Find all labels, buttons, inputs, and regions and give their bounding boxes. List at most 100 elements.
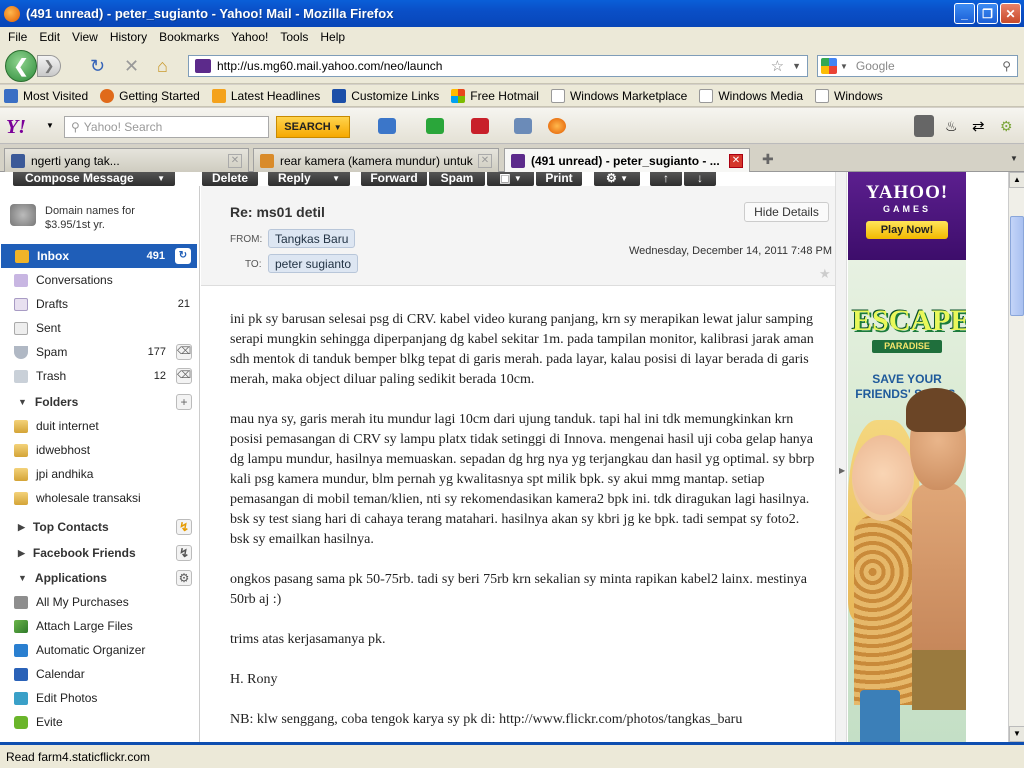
folder-item[interactable]: jpi andhika (0, 462, 198, 486)
clip-icon[interactable] (514, 118, 532, 134)
folder-item[interactable]: wholesale transaksi (0, 486, 198, 510)
app-item-evite[interactable]: Evite (0, 710, 198, 734)
google-icon[interactable] (821, 58, 837, 74)
menu-bookmarks[interactable]: Bookmarks (153, 30, 225, 44)
bookmark-most-visited[interactable]: Most Visited (4, 88, 88, 103)
sidebar-item-drafts[interactable]: Drafts 21 (0, 292, 198, 316)
settings-gear-icon[interactable]: ⚙ (1000, 118, 1013, 135)
tab-close-icon[interactable]: ✕ (729, 154, 743, 168)
menu-file[interactable]: File (2, 30, 33, 44)
yahoo-games-ad[interactable]: YAHOO! GAMES Play Now! (848, 172, 966, 260)
tab-forum[interactable]: rear kamera (kamera mundur) untuk m... ✕ (253, 148, 499, 172)
tab-yahoo-mail[interactable]: (491 unread) - peter_sugianto - ... ✕ (504, 148, 750, 173)
url-text[interactable]: http://us.mg60.mail.yahoo.com/neo/launch (217, 59, 771, 73)
bookmark-windows-media[interactable]: Windows Media (699, 88, 803, 103)
star-flag-icon[interactable]: ★ (819, 266, 831, 282)
previous-message-button[interactable]: ↑ (650, 172, 682, 186)
close-button[interactable]: ✕ (1000, 3, 1021, 24)
bell-icon[interactable]: ♨ (945, 118, 958, 135)
sidebar-item-trash[interactable]: Trash 12 ⌫ (0, 364, 198, 388)
tab-close-icon[interactable]: ✕ (478, 153, 492, 168)
menu-help[interactable]: Help (314, 30, 351, 44)
sidebar-item-conversations[interactable]: Conversations (0, 268, 198, 292)
domain-promo[interactable]: Domain names for $3.95/1st yr. (10, 204, 135, 232)
search-placeholder[interactable]: Google (856, 59, 1002, 73)
address-bar[interactable]: http://us.mg60.mail.yahoo.com/neo/launch… (188, 55, 808, 77)
spam-button[interactable]: Spam (429, 172, 485, 186)
yahoo-logo[interactable]: Y! (6, 116, 26, 139)
top-contacts-header[interactable]: ▶ Top Contacts ↯ (0, 516, 198, 538)
recipient-chip[interactable]: peter sugianto (268, 254, 359, 273)
compose-message-button[interactable]: Compose Message ▼ (13, 172, 175, 186)
bookmark-windows-marketplace[interactable]: Windows Marketplace (550, 88, 687, 103)
list-icon[interactable] (914, 115, 934, 137)
move-button[interactable]: ▣ ▼ (487, 172, 534, 186)
activity-icon[interactable]: ↯ (176, 519, 192, 535)
scroll-up-arrow-icon[interactable]: ▲ (1009, 172, 1024, 188)
back-button[interactable]: ❮ (5, 50, 37, 82)
empty-trash-icon[interactable]: ⌫ (176, 368, 192, 384)
app-item-attach-large-files[interactable]: Attach Large Files (0, 614, 198, 638)
activity-icon[interactable]: ↯ (176, 545, 192, 561)
bookmark-customize-links[interactable]: Customize Links (332, 88, 439, 103)
stop-icon[interactable]: ✕ (124, 56, 139, 77)
menu-view[interactable]: View (66, 30, 104, 44)
yahoo-menu-dropdown-icon[interactable]: ▼ (46, 121, 54, 130)
escape-paradise-ad[interactable]: ESCAPE PARADISE SAVE YOUR FRIENDS' SOULS… (848, 260, 966, 742)
collapse-arrow-icon[interactable]: ▶ (839, 466, 845, 475)
collapse-triangle-icon[interactable]: ▼ (18, 573, 27, 583)
delete-button[interactable]: Delete (202, 172, 258, 186)
yahoo-search-button[interactable]: SEARCH ▼ (276, 116, 350, 138)
minimize-button[interactable]: _ (954, 3, 975, 24)
web-search-box[interactable]: ▼ Google ⚲ (817, 55, 1018, 77)
app-item-calendar[interactable]: Calendar (0, 662, 198, 686)
tab-facebook[interactable]: ngerti yang tak... ✕ (4, 148, 249, 172)
folders-header[interactable]: ▼ Folders + (0, 391, 198, 413)
messenger-icon[interactable] (426, 118, 444, 134)
yahoo-search-input[interactable]: ⚲ Yahoo! Search (64, 116, 269, 138)
mail-icon[interactable] (378, 118, 396, 134)
sender-chip[interactable]: Tangkas Baru (268, 229, 356, 248)
menu-yahoo[interactable]: Yahoo! (225, 30, 274, 44)
bookmark-free-hotmail[interactable]: Free Hotmail (451, 88, 539, 103)
reply-button[interactable]: Reply ▼ (268, 172, 350, 186)
url-dropdown-icon[interactable]: ▼ (792, 61, 801, 71)
sidebar-item-sent[interactable]: Sent (0, 316, 198, 340)
scroll-thumb[interactable] (1010, 216, 1024, 316)
scroll-down-arrow-icon[interactable]: ▼ (1009, 726, 1024, 742)
new-tab-plus-icon[interactable]: ✚ (762, 151, 774, 168)
games-icon[interactable] (471, 118, 489, 134)
facebook-friends-header[interactable]: ▶ Facebook Friends ↯ (0, 542, 198, 564)
ad-panel-divider[interactable]: ▶ (835, 172, 847, 742)
home-icon[interactable]: ⌂ (157, 56, 168, 77)
refresh-icon[interactable]: ↻ (175, 248, 191, 264)
play-now-button[interactable]: Play Now! (866, 221, 948, 239)
firefox-icon[interactable] (548, 118, 566, 134)
bookmark-getting-started[interactable]: Getting Started (100, 88, 200, 103)
forward-mail-button[interactable]: Forward (361, 172, 427, 186)
page-scrollbar[interactable]: ▲ ▼ (1008, 172, 1024, 742)
app-item-edit-photos[interactable]: Edit Photos (0, 686, 198, 710)
print-button[interactable]: Print (536, 172, 582, 186)
menu-history[interactable]: History (104, 30, 153, 44)
menu-tools[interactable]: Tools (274, 30, 314, 44)
folder-item[interactable]: idwebhost (0, 438, 198, 462)
tab-close-icon[interactable]: ✕ (228, 153, 242, 168)
hide-details-button[interactable]: Hide Details (744, 202, 829, 222)
actions-gear-button[interactable]: ⚙ ▼ (594, 172, 640, 186)
swap-arrows-icon[interactable]: ⇄ (972, 117, 985, 135)
tab-list-dropdown-icon[interactable]: ▼ (1010, 154, 1018, 163)
add-folder-icon[interactable]: + (176, 394, 192, 410)
menu-edit[interactable]: Edit (33, 30, 66, 44)
expand-triangle-icon[interactable]: ▶ (18, 548, 25, 559)
sidebar-item-inbox[interactable]: Inbox 491 ↻ (1, 244, 197, 268)
app-item-all-my-purchases[interactable]: All My Purchases (0, 590, 198, 614)
forward-button[interactable]: ❯ (37, 55, 61, 77)
app-item-automatic-organizer[interactable]: Automatic Organizer (0, 638, 198, 662)
gear-icon[interactable]: ⚙ (176, 570, 192, 586)
bookmark-windows[interactable]: Windows (815, 88, 883, 103)
bookmark-latest-headlines[interactable]: Latest Headlines (211, 88, 320, 103)
sidebar-item-spam[interactable]: Spam 177 ⌫ (0, 340, 198, 364)
bookmark-star-icon[interactable]: ☆ (771, 57, 784, 75)
search-engine-dropdown-icon[interactable]: ▼ (840, 62, 848, 71)
